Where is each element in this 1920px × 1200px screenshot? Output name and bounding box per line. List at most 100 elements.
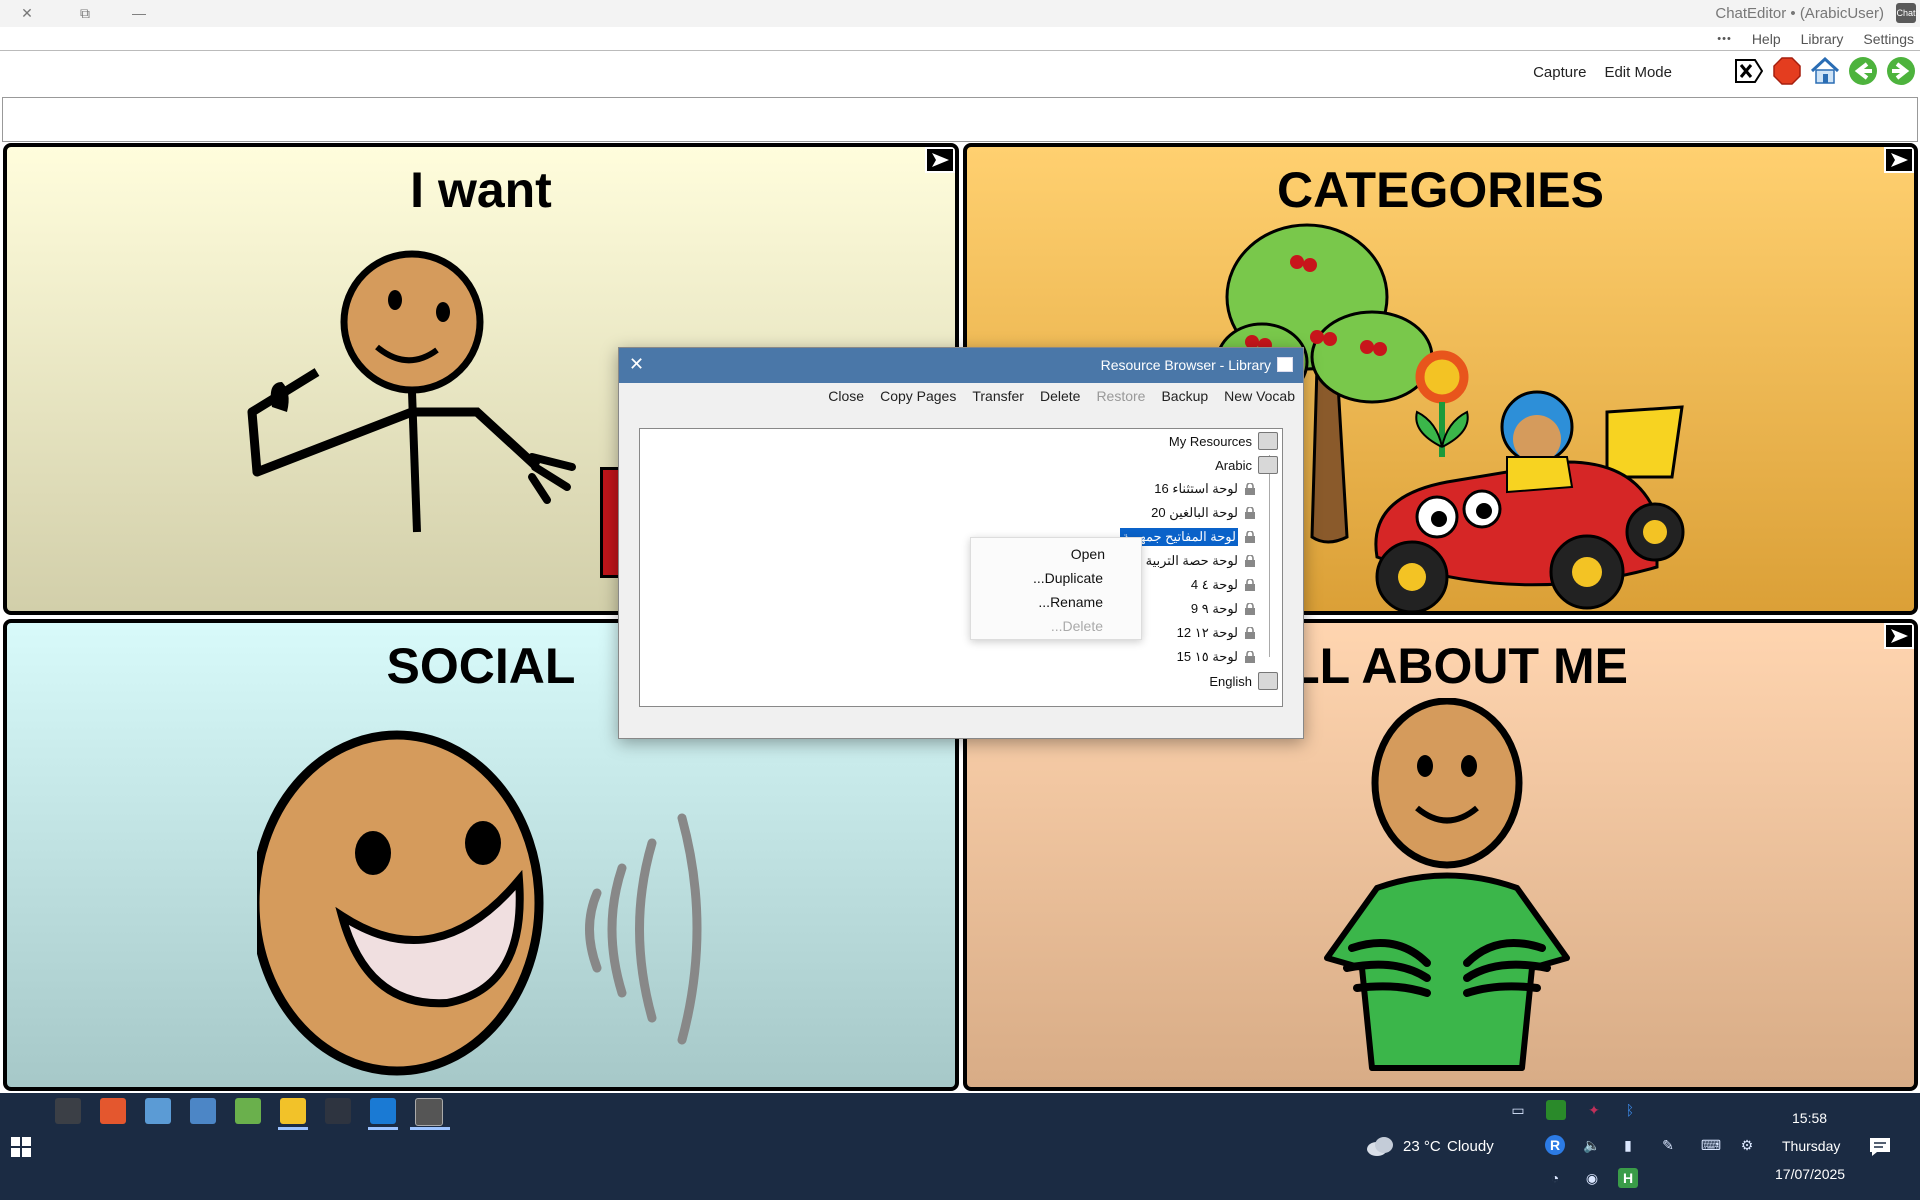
tray-app-icon[interactable]: ▭ [1508, 1100, 1528, 1120]
stop-icon[interactable] [1772, 56, 1802, 86]
restore-button: Restore [1096, 388, 1146, 404]
brave-browser-icon[interactable] [100, 1098, 126, 1124]
notification-icon[interactable] [1868, 1136, 1892, 1158]
delete-button[interactable]: Delete [1040, 388, 1080, 404]
battery-icon[interactable]: ▮ [1618, 1135, 1638, 1155]
lock-icon [1245, 603, 1255, 615]
weather-temperature[interactable]: 23 °C [1403, 1138, 1441, 1155]
clear-x-icon[interactable] [1734, 56, 1764, 86]
message-window[interactable] [2, 97, 1918, 142]
minimize-icon[interactable]: — [124, 3, 154, 23]
tray-app-icon[interactable]: ✦ [1584, 1100, 1604, 1120]
tree-node-arabic[interactable]: Arabic [1215, 455, 1278, 475]
image-viewer-icon[interactable] [190, 1098, 216, 1124]
context-duplicate[interactable]: ...Duplicate [1033, 570, 1103, 586]
tile-link-arrow-icon [925, 147, 955, 173]
lock-icon [1245, 483, 1255, 495]
notepad-icon[interactable] [235, 1098, 261, 1124]
folder-icon [1258, 456, 1278, 474]
tree-item-selected[interactable]: لوحة المفاتيح جمهرية [1120, 527, 1278, 547]
tree-node-label: لوحة البالغين 20 [1151, 505, 1238, 520]
tree-item[interactable]: لوحة ١٥ 15 [1177, 647, 1278, 667]
dialog-title: Resource Browser - Library [1100, 357, 1271, 373]
back-arrow-icon[interactable] [1848, 56, 1878, 86]
app-running-indicator [368, 1127, 398, 1130]
wifi-icon[interactable]: ◔ [1545, 1168, 1565, 1188]
talking-face-icon [257, 730, 702, 1076]
forward-arrow-icon[interactable] [1886, 56, 1916, 86]
app-icon: Chat [1896, 3, 1916, 23]
context-rename[interactable]: ...Rename [1038, 594, 1103, 610]
file-explorer-icon[interactable] [280, 1098, 306, 1124]
resource-tree[interactable]: My Resources Arabic لوحة استثناء 16 لوحة… [639, 428, 1283, 707]
volume-icon[interactable]: 🔈 [1582, 1135, 1602, 1155]
close-button[interactable]: Close [828, 388, 864, 404]
copy-pages-button[interactable]: Copy Pages [880, 388, 956, 404]
keyboard-icon[interactable]: ⌨ [1696, 1135, 1726, 1155]
tree-node-label: لوحة ٩ 9 [1190, 601, 1238, 616]
tile-label: I want [410, 162, 552, 218]
tray-r-icon[interactable]: R [1545, 1135, 1565, 1155]
app-active-indicator [410, 1127, 450, 1130]
tile-link-arrow-icon [1884, 147, 1914, 173]
nvidia-icon[interactable] [1546, 1100, 1566, 1120]
window-title: ChatEditor • (ArabicUser) [1715, 5, 1884, 22]
title-bar: ✕ ⧉ — ChatEditor • (ArabicUser) Chat [0, 0, 1920, 27]
clock-day[interactable]: Thursday [1782, 1138, 1840, 1154]
new-vocab-button[interactable]: New Vocab [1224, 388, 1295, 404]
close-icon[interactable]: ✕ [12, 3, 42, 23]
tree-node-label: My Resources [1168, 433, 1252, 449]
lock-icon [1245, 627, 1255, 639]
backup-button[interactable]: Backup [1161, 388, 1208, 404]
tree-node-label: لوحة استثناء 16 [1154, 481, 1238, 496]
tray-headset-icon[interactable]: ◉ [1582, 1168, 1602, 1188]
dialog-title-bar: ✕ Resource Browser - Library [619, 348, 1303, 383]
settings-gear-icon[interactable]: ⚙ [1737, 1135, 1757, 1155]
tree-item[interactable]: لوحة ٤ 4 [1191, 575, 1278, 595]
lock-icon [1245, 555, 1255, 567]
tree-node-english[interactable]: English [1209, 671, 1278, 691]
edit-mode-button[interactable]: Edit Mode [1604, 64, 1672, 81]
tray-h-icon[interactable]: H [1618, 1168, 1638, 1188]
transfer-button[interactable]: Transfer [972, 388, 1024, 404]
app-running-indicator [278, 1127, 308, 1130]
restore-icon[interactable]: ⧉ [70, 3, 100, 23]
tree-node-label: Arabic [1215, 457, 1252, 473]
dialog-close-icon[interactable]: ✕ [629, 354, 644, 375]
windows-start-icon[interactable] [10, 1136, 32, 1158]
context-open[interactable]: Open [1071, 546, 1105, 562]
context-delete: ...Delete [1050, 618, 1103, 634]
toolbar: Capture Edit Mode [0, 52, 1920, 92]
tree-node-my-resources[interactable]: My Resources [1169, 431, 1278, 451]
menu-settings[interactable]: Settings [1863, 31, 1914, 47]
more-menu-icon[interactable]: ••• [1717, 33, 1732, 45]
dialog-window-icon[interactable] [1277, 357, 1293, 372]
tile-link-arrow-icon [1884, 623, 1914, 649]
context-menu: Open ...Duplicate ...Rename ...Delete [970, 537, 1142, 640]
capture-button[interactable]: Capture [1533, 64, 1586, 81]
pen-icon[interactable]: ✎ [1658, 1135, 1678, 1155]
chateditor-taskbar-icon[interactable] [415, 1098, 443, 1126]
taskbar-app-icon[interactable] [145, 1098, 171, 1124]
tree-node-label: لوحة ١٥ 15 [1176, 649, 1238, 664]
bluetooth-icon[interactable]: ᛒ [1620, 1100, 1640, 1120]
tree-item[interactable]: لوحة ١٢ 12 [1177, 623, 1278, 643]
tree-node-label: لوحة ٤ 4 [1190, 577, 1238, 592]
taskbar-app-icon[interactable] [55, 1098, 81, 1124]
menu-help[interactable]: Help [1752, 31, 1781, 47]
folder-icon [1258, 432, 1278, 450]
clock-date[interactable]: 17/07/2025 [1775, 1166, 1845, 1182]
menu-library[interactable]: Library [1801, 31, 1844, 47]
terminal-icon[interactable] [325, 1098, 351, 1124]
home-icon[interactable] [1810, 56, 1840, 86]
clock-time[interactable]: 15:58 [1792, 1110, 1827, 1126]
lock-icon [1245, 651, 1255, 663]
lock-icon [1245, 507, 1255, 519]
cloudy-weather-icon[interactable] [1365, 1135, 1395, 1157]
tree-item[interactable]: لوحة ٩ 9 [1191, 599, 1278, 619]
tree-item[interactable]: لوحة البالغين 20 [1151, 503, 1278, 523]
tree-item[interactable]: لوحة استثناء 16 [1154, 479, 1278, 499]
tree-item[interactable]: لوحة حصة التربية [1146, 551, 1278, 571]
vscode-icon[interactable] [370, 1098, 396, 1124]
weather-condition[interactable]: Cloudy [1447, 1138, 1494, 1155]
